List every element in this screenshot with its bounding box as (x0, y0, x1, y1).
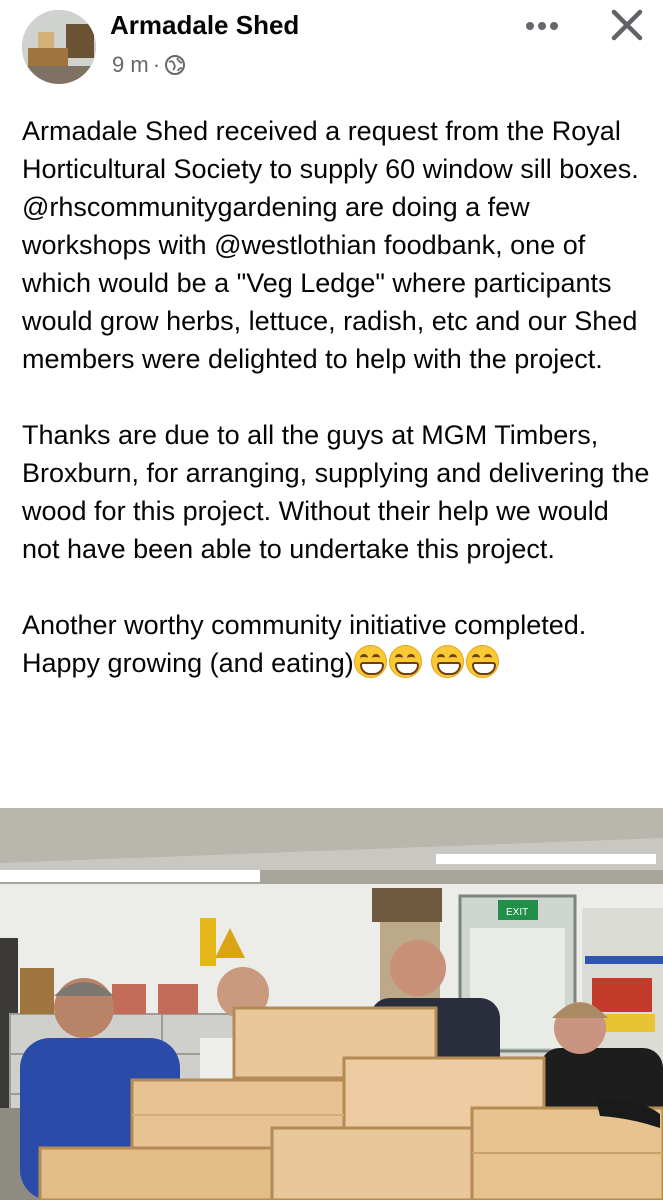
post-header: Armadale Shed 9 m · (0, 0, 663, 100)
grinning-face-emoji (431, 645, 465, 678)
grinning-face-emoji (466, 645, 500, 678)
globe-icon (164, 54, 186, 76)
more-dots-icon[interactable] (524, 16, 564, 36)
workshop-photo: EXIT (0, 808, 663, 1200)
post-paragraph-3: Another worthy community initiative comp… (22, 606, 652, 682)
post-paragraph-2: Thanks are due to all the guys at MGM Ti… (22, 420, 650, 564)
post-paragraph-1: Armadale Shed received a request from th… (22, 116, 639, 374)
grinning-face-emoji (388, 645, 422, 678)
post-meta: 9 m · (112, 52, 186, 78)
meta-separator: · (152, 52, 161, 77)
post-paragraph-3-text: Another worthy community initiative comp… (22, 610, 587, 678)
post-time[interactable]: 9 m (112, 52, 149, 78)
page-avatar[interactable] (22, 10, 96, 84)
post-photo[interactable]: EXIT (0, 808, 663, 1200)
close-icon[interactable] (608, 6, 646, 44)
page-name[interactable]: Armadale Shed (110, 10, 299, 41)
grinning-face-emoji (353, 645, 387, 678)
post-body: Armadale Shed received a request from th… (22, 112, 652, 682)
exit-sign: EXIT (506, 907, 528, 918)
